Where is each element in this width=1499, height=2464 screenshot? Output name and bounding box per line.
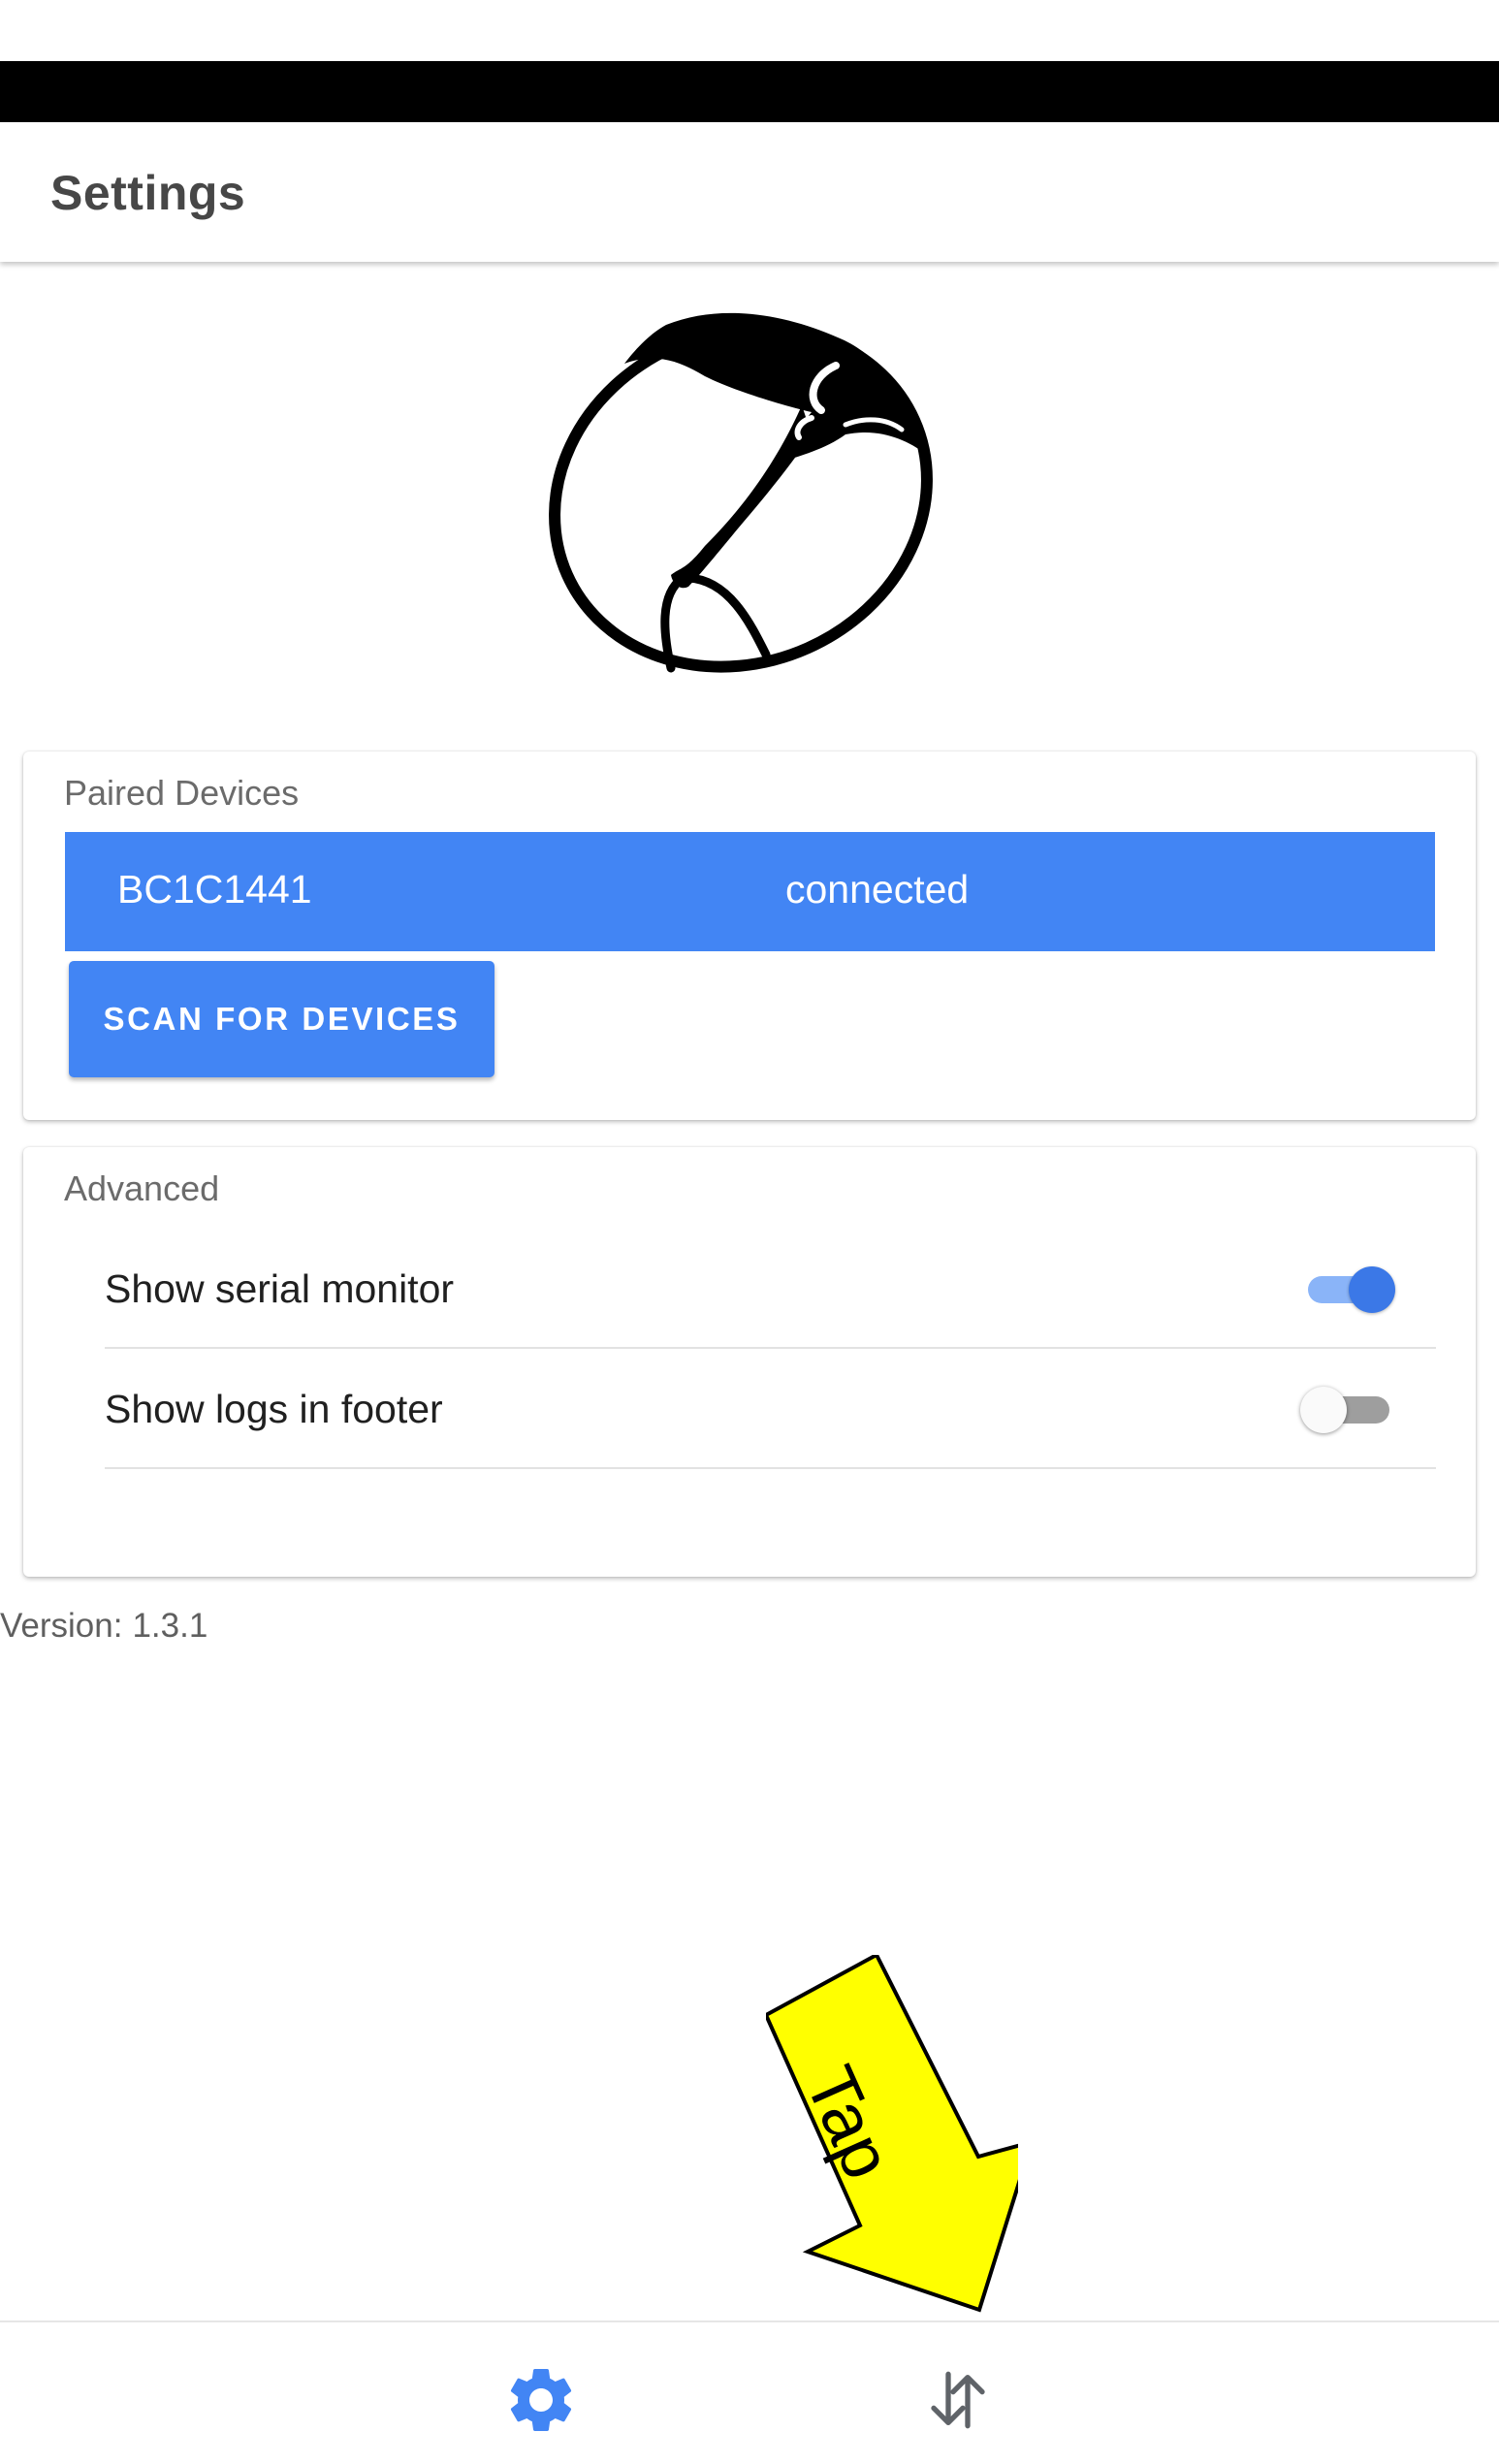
status-bar bbox=[0, 61, 1499, 122]
nav-transfer-tab[interactable] bbox=[919, 2361, 997, 2439]
gear-icon bbox=[510, 2369, 572, 2431]
version-number: 1.3.1 bbox=[132, 1607, 208, 1645]
device-row[interactable]: BC1C1441 connected bbox=[65, 832, 1435, 951]
advanced-card: Advanced Show serial monitor Show logs i… bbox=[23, 1147, 1476, 1577]
version-text: Version: 1.3.1 bbox=[0, 1607, 207, 1646]
setting-row-serial-monitor: Show serial monitor bbox=[105, 1229, 1436, 1349]
app-header: Settings bbox=[0, 122, 1499, 262]
app-logo bbox=[549, 312, 933, 673]
paired-devices-card: Paired Devices BC1C1441 connected SCAN F… bbox=[23, 752, 1476, 1120]
logs-in-footer-toggle[interactable] bbox=[1300, 1386, 1397, 1434]
advanced-title: Advanced bbox=[64, 1168, 220, 1208]
device-status: connected bbox=[785, 867, 970, 912]
toggle-knob bbox=[1349, 1266, 1395, 1313]
toggle-knob bbox=[1300, 1387, 1347, 1433]
page-title: Settings bbox=[50, 166, 246, 220]
version-label: Version: bbox=[0, 1607, 123, 1645]
nav-settings-tab[interactable] bbox=[502, 2361, 580, 2439]
device-name: BC1C1441 bbox=[117, 867, 312, 912]
serial-monitor-toggle[interactable] bbox=[1300, 1265, 1397, 1314]
swap-vertical-icon bbox=[931, 2371, 985, 2429]
paired-devices-title: Paired Devices bbox=[64, 773, 300, 813]
setting-row-logs-in-footer: Show logs in footer bbox=[105, 1349, 1436, 1469]
serial-monitor-label: Show serial monitor bbox=[105, 1266, 455, 1311]
logs-in-footer-label: Show logs in footer bbox=[105, 1387, 443, 1431]
scan-for-devices-button[interactable]: SCAN FOR DEVICES bbox=[69, 961, 494, 1077]
bottom-navigation bbox=[0, 2320, 1499, 2464]
